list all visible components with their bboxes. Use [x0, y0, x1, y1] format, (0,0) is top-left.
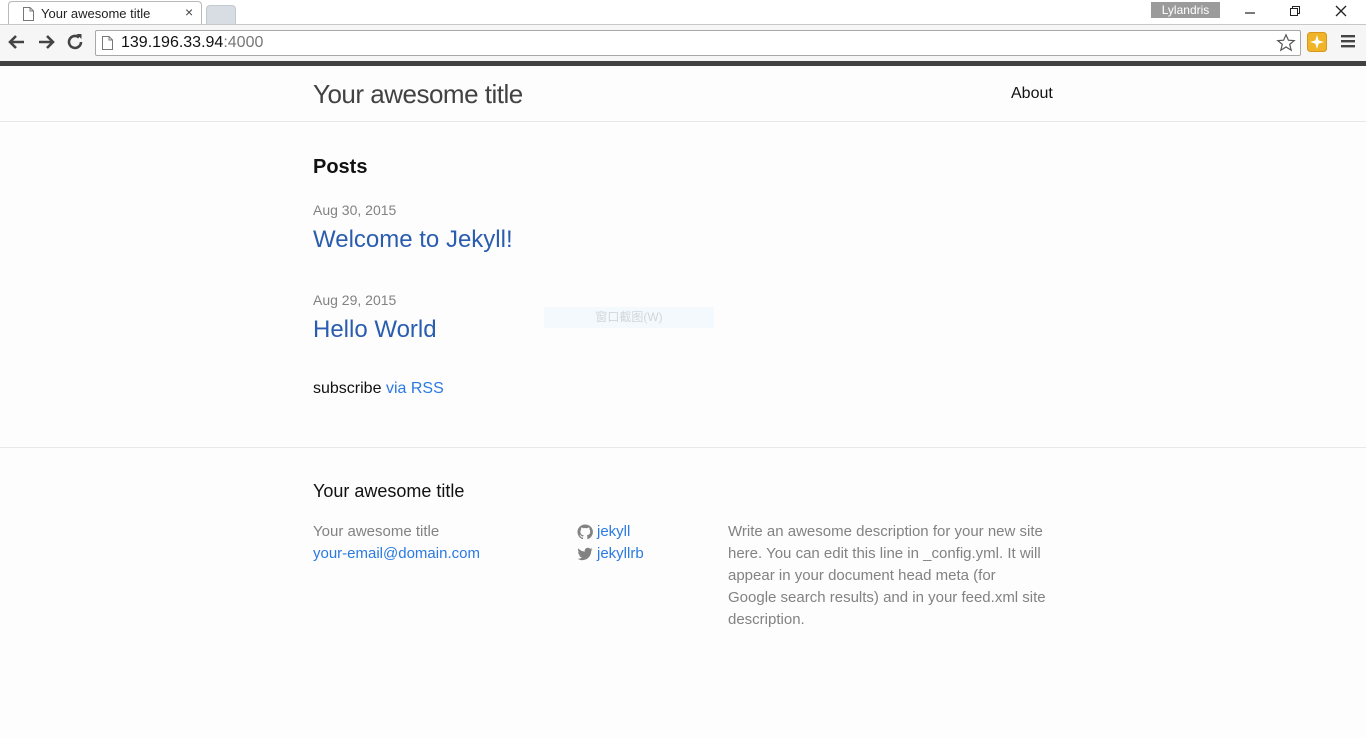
extension-icon[interactable]	[1307, 32, 1327, 52]
post-link-hello-world[interactable]: Hello World	[313, 316, 437, 344]
rss-link[interactable]: via RSS	[386, 380, 444, 397]
url-port: :4000	[223, 34, 264, 51]
minimize-icon[interactable]	[1228, 1, 1272, 23]
forward-arrow-icon[interactable]	[35, 31, 57, 53]
footer-social: jekyll jekyllrb	[577, 521, 644, 565]
close-icon[interactable]	[1319, 1, 1363, 23]
screenshot-tooltip: 窗口截图(W)	[544, 307, 714, 328]
post-link-welcome[interactable]: Welcome to Jekyll!	[313, 226, 513, 254]
post-date: Aug 30, 2015	[313, 202, 397, 218]
url-host: 139.196.33.94	[121, 34, 224, 51]
twitter-icon	[577, 547, 593, 561]
footer-email-link[interactable]: your-email@domain.com	[313, 545, 480, 562]
footer-site-name: Your awesome title	[313, 523, 440, 540]
rss-prefix: subscribe	[313, 380, 382, 397]
restore-icon[interactable]	[1273, 1, 1317, 23]
menu-icon[interactable]	[1340, 33, 1356, 54]
github-icon	[577, 524, 593, 540]
tab-title: Your awesome title	[41, 6, 151, 21]
tab-close-icon[interactable]: ×	[185, 5, 193, 19]
site-footer: Your awesome title Your awesome title yo…	[0, 447, 1366, 738]
reload-icon[interactable]	[64, 31, 86, 53]
back-arrow-icon[interactable]	[6, 31, 28, 53]
browser-toolbar: 139.196.33.94:4000	[0, 24, 1366, 61]
site-header: Your awesome title About	[0, 66, 1366, 122]
nav-link-about[interactable]: About	[1011, 85, 1053, 103]
footer-heading: Your awesome title	[313, 481, 465, 501]
profile-badge[interactable]: Lylandris	[1151, 2, 1220, 18]
browser-tab[interactable]: Your awesome title ×	[8, 1, 202, 24]
page-icon	[102, 36, 113, 55]
github-link[interactable]: jekyll	[597, 521, 630, 543]
site-title[interactable]: Your awesome title	[313, 79, 523, 110]
footer-contact: Your awesome title your-email@domain.com	[313, 521, 480, 565]
posts-heading: Posts	[313, 156, 368, 178]
footer-description: Write an awesome description for your ne…	[728, 523, 1046, 628]
url-text: 139.196.33.94:4000	[121, 34, 263, 52]
post-date: Aug 29, 2015	[313, 292, 397, 308]
new-tab-button[interactable]	[206, 5, 236, 24]
address-bar[interactable]: 139.196.33.94:4000	[95, 30, 1301, 56]
tab-strip: Your awesome title × Lylandris	[0, 0, 1366, 24]
bookmark-star-icon[interactable]	[1276, 33, 1296, 58]
rss-line: subscribe via RSS	[313, 380, 444, 398]
twitter-link[interactable]: jekyllrb	[597, 543, 644, 565]
